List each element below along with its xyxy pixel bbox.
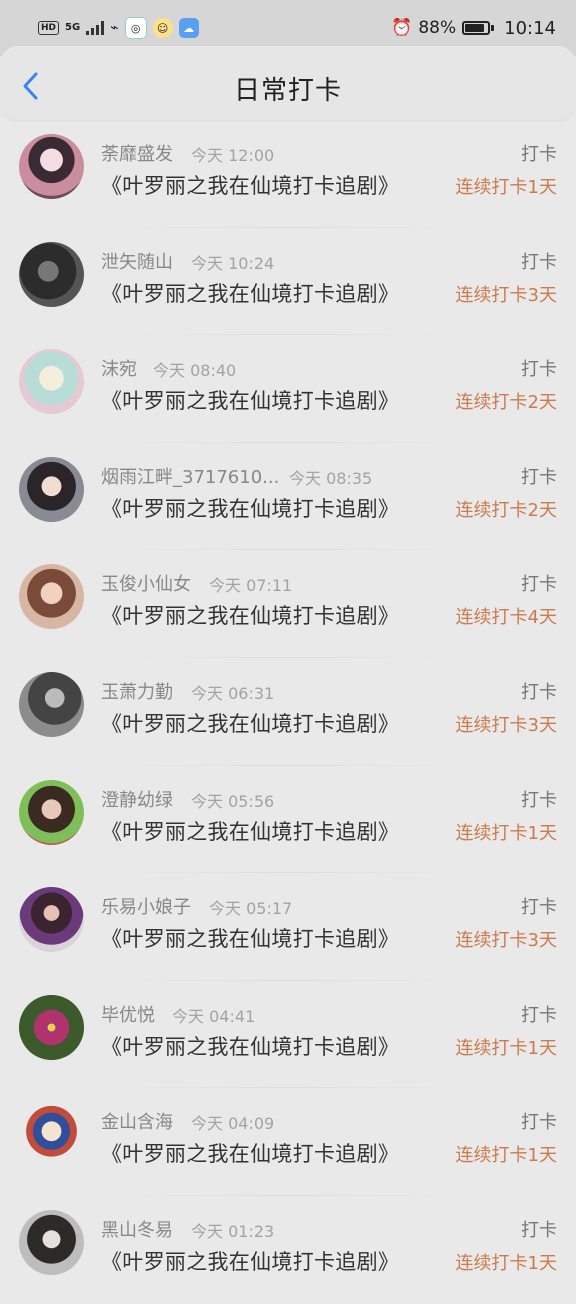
checkin-list: 荼靡盛发 今天 12:00 《叶罗丽之我在仙境打卡追剧》 打卡 连续打卡1天 泄… bbox=[0, 120, 576, 1304]
checkin-tag: 打卡 bbox=[521, 251, 557, 273]
avatar[interactable] bbox=[19, 134, 84, 199]
checkin-time: 今天 10:24 bbox=[191, 253, 275, 273]
avatar[interactable] bbox=[19, 241, 84, 307]
checkin-title[interactable]: 《叶罗丽之我在仙境打卡追剧》 bbox=[101, 1031, 399, 1061]
app-notification-icon: ◎ bbox=[124, 17, 147, 39]
checkin-title[interactable]: 《叶罗丽之我在仙境打卡追剧》 bbox=[101, 385, 399, 415]
user-name[interactable]: 金山含海 bbox=[101, 1108, 173, 1134]
avatar[interactable] bbox=[19, 887, 84, 953]
user-name[interactable]: 泄矢随山 bbox=[101, 248, 173, 274]
avatar[interactable] bbox=[19, 564, 84, 630]
status-right: ⏰ 88% 10:14 bbox=[391, 18, 556, 39]
streak-count: 连续打卡3天 bbox=[455, 284, 557, 306]
alarm-icon: ⏰ bbox=[391, 18, 413, 38]
list-item[interactable]: 乐易小娘子 今天 05:17 《叶罗丽之我在仙境打卡追剧》 打卡 连续打卡3天 bbox=[0, 873, 576, 981]
user-name[interactable]: 荼靡盛发 bbox=[101, 140, 173, 166]
checkin-tag: 打卡 bbox=[521, 1219, 557, 1241]
network-type-icon: 5G bbox=[65, 22, 81, 33]
checkin-tag: 打卡 bbox=[521, 789, 557, 811]
checkin-time: 今天 01:23 bbox=[191, 1221, 275, 1241]
avatar[interactable] bbox=[19, 779, 84, 845]
list-item[interactable]: 黑山冬易 今天 01:23 《叶罗丽之我在仙境打卡追剧》 打卡 连续打卡1天 bbox=[0, 1196, 576, 1304]
streak-count: 连续打卡3天 bbox=[455, 714, 557, 736]
chat-app-icon: ☺ bbox=[152, 18, 173, 38]
header: 日常打卡 bbox=[0, 46, 576, 120]
status-left: HD 5G ⌁ ◎ ☺ ☁ bbox=[38, 17, 199, 39]
checkin-title[interactable]: 《叶罗丽之我在仙境打卡追剧》 bbox=[101, 923, 399, 953]
checkin-tag: 打卡 bbox=[521, 466, 557, 488]
checkin-title[interactable]: 《叶罗丽之我在仙境打卡追剧》 bbox=[101, 600, 399, 630]
list-item[interactable]: 玉萧力勤 今天 06:31 《叶罗丽之我在仙境打卡追剧》 打卡 连续打卡3天 bbox=[0, 658, 576, 766]
checkin-tag: 打卡 bbox=[521, 144, 557, 165]
user-name[interactable]: 沫宛 bbox=[101, 355, 137, 381]
streak-count: 连续打卡4天 bbox=[455, 607, 557, 629]
list-item[interactable]: 沫宛 今天 08:40 《叶罗丽之我在仙境打卡追剧》 打卡 连续打卡2天 bbox=[0, 335, 576, 443]
avatar[interactable] bbox=[19, 671, 84, 737]
battery-percent: 88% bbox=[418, 18, 457, 38]
checkin-tag: 打卡 bbox=[521, 681, 557, 703]
checkin-title[interactable]: 《叶罗丽之我在仙境打卡追剧》 bbox=[101, 278, 399, 308]
status-time: 10:14 bbox=[504, 17, 556, 39]
page-title: 日常打卡 bbox=[233, 76, 342, 106]
streak-count: 连续打卡1天 bbox=[455, 1252, 557, 1274]
checkin-tag: 打卡 bbox=[521, 359, 557, 381]
user-name[interactable]: 黑山冬易 bbox=[101, 1216, 173, 1242]
checkin-time: 今天 05:17 bbox=[209, 899, 293, 919]
user-name[interactable]: 玉俊小仙女 bbox=[101, 570, 191, 596]
streak-count: 连续打卡2天 bbox=[455, 392, 557, 414]
user-name[interactable]: 毕优悦 bbox=[101, 1001, 155, 1027]
checkin-time: 今天 04:41 bbox=[172, 1006, 256, 1026]
checkin-time: 今天 08:35 bbox=[289, 468, 373, 488]
avatar[interactable] bbox=[19, 1209, 84, 1275]
avatar[interactable] bbox=[19, 349, 84, 415]
streak-count: 连续打卡1天 bbox=[455, 177, 557, 198]
streak-count: 连续打卡1天 bbox=[455, 1037, 557, 1059]
checkin-title[interactable]: 《叶罗丽之我在仙境打卡追剧》 bbox=[101, 493, 399, 523]
checkin-title[interactable]: 《叶罗丽之我在仙境打卡追剧》 bbox=[101, 816, 399, 846]
user-name[interactable]: 澄静幼绿 bbox=[101, 786, 173, 812]
checkin-tag: 打卡 bbox=[521, 1004, 557, 1026]
checkin-time: 今天 12:00 bbox=[191, 146, 275, 165]
cloud-icon: ☁ bbox=[178, 18, 199, 38]
streak-count: 连续打卡2天 bbox=[455, 499, 557, 521]
signal-icon bbox=[86, 21, 105, 35]
checkin-tag: 打卡 bbox=[521, 897, 557, 919]
user-name[interactable]: 烟雨江畔_3717610... bbox=[101, 463, 279, 489]
streak-count: 连续打卡1天 bbox=[455, 1145, 557, 1167]
streak-count: 连续打卡1天 bbox=[455, 822, 557, 844]
list-item[interactable]: 烟雨江畔_3717610... 今天 08:35 《叶罗丽之我在仙境打卡追剧》 … bbox=[0, 443, 576, 551]
list-item[interactable]: 荼靡盛发 今天 12:00 《叶罗丽之我在仙境打卡追剧》 打卡 连续打卡1天 bbox=[0, 120, 576, 228]
avatar[interactable] bbox=[19, 1102, 84, 1168]
avatar[interactable] bbox=[19, 994, 84, 1060]
checkin-tag: 打卡 bbox=[521, 574, 557, 596]
checkin-time: 今天 04:09 bbox=[191, 1114, 275, 1134]
list-item[interactable]: 澄静幼绿 今天 05:56 《叶罗丽之我在仙境打卡追剧》 打卡 连续打卡1天 bbox=[0, 766, 576, 874]
nfc-icon: ⌁ bbox=[110, 20, 119, 36]
user-name[interactable]: 乐易小娘子 bbox=[101, 893, 191, 919]
checkin-time: 今天 06:31 bbox=[191, 683, 275, 703]
hd-icon: HD bbox=[38, 21, 60, 35]
checkin-title[interactable]: 《叶罗丽之我在仙境打卡追剧》 bbox=[101, 1246, 399, 1276]
list-item[interactable]: 玉俊小仙女 今天 07:11 《叶罗丽之我在仙境打卡追剧》 打卡 连续打卡4天 bbox=[0, 550, 576, 658]
streak-count: 连续打卡3天 bbox=[455, 930, 557, 952]
checkin-time: 今天 05:56 bbox=[191, 791, 275, 811]
checkin-title[interactable]: 《叶罗丽之我在仙境打卡追剧》 bbox=[101, 708, 399, 738]
checkin-time: 今天 07:11 bbox=[209, 576, 293, 596]
user-name[interactable]: 玉萧力勤 bbox=[101, 678, 173, 704]
list-item[interactable]: 泄矢随山 今天 10:24 《叶罗丽之我在仙境打卡追剧》 打卡 连续打卡3天 bbox=[0, 228, 576, 336]
list-item[interactable]: 毕优悦 今天 04:41 《叶罗丽之我在仙境打卡追剧》 打卡 连续打卡1天 bbox=[0, 981, 576, 1089]
checkin-title[interactable]: 《叶罗丽之我在仙境打卡追剧》 bbox=[101, 1138, 399, 1168]
checkin-title[interactable]: 《叶罗丽之我在仙境打卡追剧》 bbox=[101, 170, 399, 200]
checkin-tag: 打卡 bbox=[521, 1112, 557, 1134]
list-item[interactable]: 金山含海 今天 04:09 《叶罗丽之我在仙境打卡追剧》 打卡 连续打卡1天 bbox=[0, 1088, 576, 1196]
avatar[interactable] bbox=[19, 456, 84, 522]
battery-icon bbox=[462, 21, 491, 35]
checkin-time: 今天 08:40 bbox=[153, 361, 237, 381]
